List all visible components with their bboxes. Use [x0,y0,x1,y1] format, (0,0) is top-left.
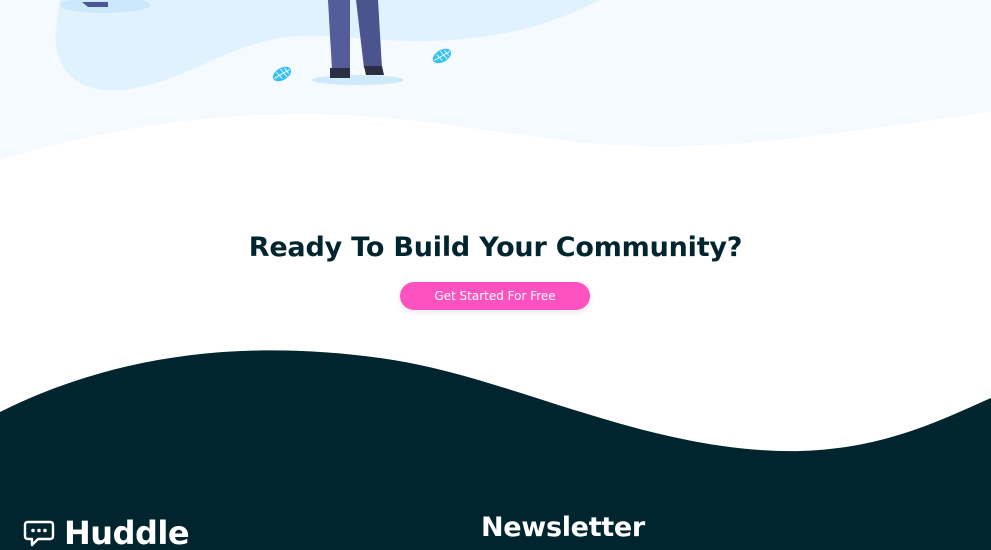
page: Ready To Build Your Community? Get Start… [0,0,991,550]
hero-illustration-area [0,0,991,170]
cta-title: Ready To Build Your Community? [248,232,743,263]
cta-section: Ready To Build Your Community? Get Start… [0,228,991,310]
person-shadow [312,75,404,85]
leaf-icon [272,66,292,82]
brand-logo[interactable]: Huddle [22,513,190,550]
newsletter-title: Newsletter [481,512,645,543]
get-started-button[interactable]: Get Started For Free [400,282,590,310]
person-leg-left [328,0,350,70]
hero-bottom-wave [0,112,991,170]
hero-illustration [0,0,991,170]
chat-bubble-icon [22,516,56,550]
brand-name: Huddle [64,514,190,550]
leaf-icon [432,48,452,64]
shoe-right [364,66,384,75]
footer: Huddle Newsletter [0,505,991,550]
shoe-left [330,68,350,78]
